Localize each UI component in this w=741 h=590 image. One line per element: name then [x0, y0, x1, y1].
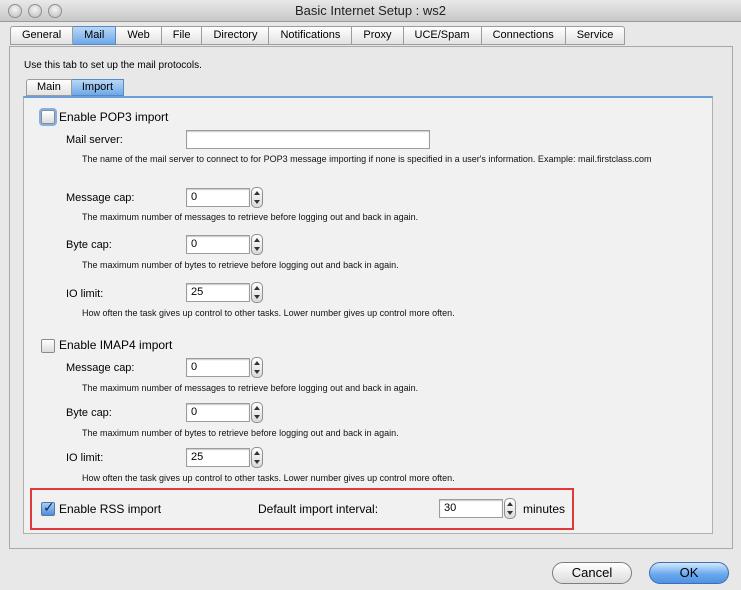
pop3-byte-cap-label: Byte cap: — [66, 239, 112, 251]
pop3-byte-cap-help: The maximum number of bytes to retrieve … — [82, 260, 399, 270]
rss-enable-checkbox[interactable] — [41, 500, 55, 516]
pop3-enable-label: Enable POP3 import — [59, 110, 169, 124]
cancel-button[interactable]: Cancel — [552, 562, 632, 584]
rss-interval-unit: minutes — [523, 502, 566, 516]
rss-interval-stepper[interactable] — [504, 498, 516, 519]
tab-file[interactable]: File — [161, 26, 203, 45]
stepper-down-icon[interactable] — [254, 415, 260, 419]
stepper-down-icon[interactable] — [254, 200, 260, 204]
tab-service[interactable]: Service — [565, 26, 626, 45]
stepper-down-icon[interactable] — [254, 370, 260, 374]
subtab-import[interactable]: Import — [71, 79, 125, 96]
pop3-io-limit-label: IO limit: — [66, 288, 104, 300]
ok-button[interactable]: OK — [649, 562, 729, 584]
pop3-enable-checkbox[interactable] — [41, 110, 55, 124]
tab-proxy[interactable]: Proxy — [352, 26, 404, 45]
rss-interval-input[interactable]: 30 — [439, 499, 503, 518]
tab-mail[interactable]: Mail — [73, 26, 117, 45]
window: Basic Internet Setup : ws2 General Mail … — [0, 0, 741, 590]
pop3-byte-cap-stepper[interactable] — [251, 234, 263, 255]
stepper-up-icon[interactable] — [254, 286, 260, 290]
pop3-message-cap-stepper[interactable] — [251, 187, 263, 208]
stepper-up-icon[interactable] — [254, 361, 260, 365]
stepper-down-icon[interactable] — [254, 295, 260, 299]
pop3-mail-server-label: Mail server: — [66, 134, 123, 146]
window-title: Basic Internet Setup : ws2 — [294, 3, 447, 18]
rss-enable-label: Enable RSS import — [59, 502, 162, 516]
pop3-io-limit-help: How often the task gives up control to o… — [82, 308, 455, 318]
pop3-io-limit-input[interactable]: 25 — [186, 283, 250, 302]
tab-directory[interactable]: Directory — [202, 26, 270, 45]
pop3-io-limit-stepper[interactable] — [251, 282, 263, 303]
stepper-up-icon[interactable] — [254, 451, 260, 455]
imap4-enable-checkbox[interactable] — [41, 339, 55, 353]
tab-notifications[interactable]: Notifications — [269, 26, 353, 45]
imap4-byte-cap-label: Byte cap: — [66, 407, 112, 419]
stepper-down-icon[interactable] — [507, 511, 513, 515]
imap4-io-limit-input[interactable]: 25 — [186, 448, 250, 467]
stepper-up-icon[interactable] — [507, 502, 513, 506]
main-tabs: General Mail Web File Directory Notifica… — [10, 26, 626, 46]
imap4-byte-cap-stepper[interactable] — [251, 402, 263, 423]
pop3-mail-server-input[interactable] — [186, 130, 430, 149]
rss-interval-label: Default import interval: — [258, 502, 379, 516]
imap4-io-limit-help: How often the task gives up control to o… — [82, 473, 455, 483]
imap4-byte-cap-help: The maximum number of bytes to retrieve … — [82, 428, 399, 438]
imap4-message-cap-input[interactable]: 0 — [186, 358, 250, 377]
stepper-down-icon[interactable] — [254, 247, 260, 251]
stepper-up-icon[interactable] — [254, 238, 260, 242]
intro-text: Use this tab to set up the mail protocol… — [24, 60, 202, 71]
stepper-up-icon[interactable] — [254, 191, 260, 195]
sub-tabs: Main Import — [26, 79, 125, 96]
stepper-down-icon[interactable] — [254, 460, 260, 464]
imap4-message-cap-label: Message cap: — [66, 362, 135, 374]
pop3-byte-cap-input[interactable]: 0 — [186, 235, 250, 254]
pop3-message-cap-input[interactable]: 0 — [186, 188, 250, 207]
pop3-message-cap-label: Message cap: — [66, 192, 135, 204]
subtab-main[interactable]: Main — [26, 79, 72, 96]
pop3-mail-server-help: The name of the mail server to connect t… — [82, 154, 652, 164]
tab-general[interactable]: General — [10, 26, 74, 45]
imap4-enable-label: Enable IMAP4 import — [59, 338, 173, 352]
imap4-message-cap-stepper[interactable] — [251, 357, 263, 378]
title-bar: Basic Internet Setup : ws2 — [0, 0, 741, 22]
imap4-io-limit-label: IO limit: — [66, 452, 104, 464]
pop3-message-cap-help: The maximum number of messages to retrie… — [82, 212, 419, 222]
imap4-byte-cap-input[interactable]: 0 — [186, 403, 250, 422]
stepper-up-icon[interactable] — [254, 406, 260, 410]
tab-connections[interactable]: Connections — [481, 26, 566, 45]
tab-web[interactable]: Web — [116, 26, 162, 45]
tab-uce-spam[interactable]: UCE/Spam — [403, 26, 482, 45]
imap4-io-limit-stepper[interactable] — [251, 447, 263, 468]
imap4-message-cap-help: The maximum number of messages to retrie… — [82, 383, 419, 393]
